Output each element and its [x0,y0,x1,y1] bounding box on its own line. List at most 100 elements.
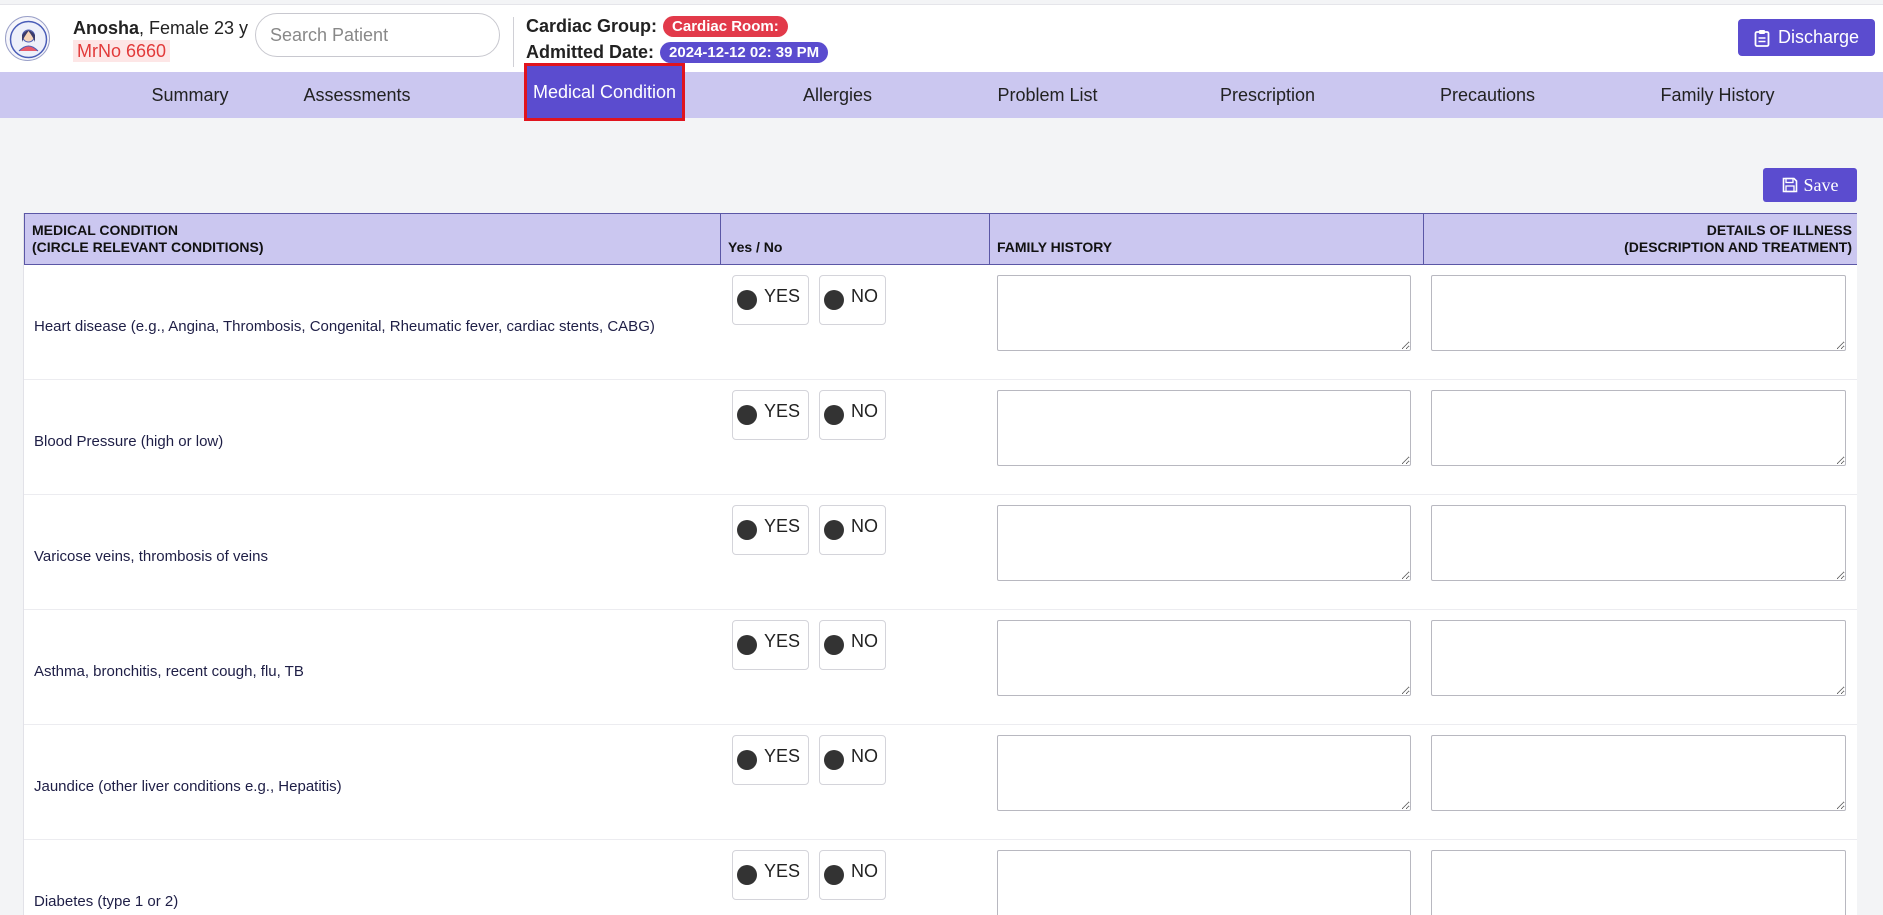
admitted-date-label: Admitted Date: [526,42,655,62]
radio-dot-icon [737,405,757,425]
details-textarea[interactable] [1431,735,1846,811]
family-history-textarea[interactable] [997,850,1411,915]
no-label: NO [851,401,878,421]
table-row: Asthma, bronchitis, recent cough, flu, T… [24,610,1857,725]
patient-first-name: Anosha [73,18,140,38]
yes-label: YES [764,861,801,881]
tab-medical-condition[interactable]: Medical Condition [527,66,682,118]
table-header: MEDICAL CONDITION (CIRCLE RELEVANT CONDI… [24,213,1857,265]
search-patient-input[interactable] [255,13,500,57]
family-history-textarea[interactable] [997,505,1411,581]
tab-precautions[interactable]: Precautions [1415,72,1560,118]
no-label: NO [851,861,878,881]
patient-avatar [5,16,50,61]
yes-label: YES [764,746,801,766]
no-label: NO [851,746,878,766]
radio-dot-icon [824,290,844,310]
header-details-line2: (DESCRIPTION AND TREATMENT) [1624,239,1852,255]
cardiac-group-line: Cardiac Group: Cardiac Room: [526,16,788,37]
cardiac-room-badge: Cardiac Room: [663,16,788,37]
patient-name: Anosha, Female 23 y [73,18,248,39]
yes-radio[interactable]: YES [732,505,809,555]
condition-label: Asthma, bronchitis, recent cough, flu, T… [34,663,304,680]
no-label: NO [851,631,878,651]
header-details-line1: DETAILS OF ILLNESS [1706,222,1852,238]
yes-radio[interactable]: YES [732,390,809,440]
header-divider [513,17,514,67]
radio-dot-icon [824,520,844,540]
family-history-textarea[interactable] [997,390,1411,466]
tab-allergies[interactable]: Allergies [770,72,905,118]
tab-family-history[interactable]: Family History [1640,72,1795,118]
radio-dot-icon [824,750,844,770]
yes-label: YES [764,401,801,421]
details-textarea[interactable] [1431,275,1846,351]
radio-dot-icon [824,635,844,655]
header-condition-line2: (CIRCLE RELEVANT CONDITIONS) [32,239,264,255]
radio-dot-icon [737,290,757,310]
tab-bar: Summary Assessments Medical Condition Al… [0,66,1883,118]
radio-dot-icon [824,405,844,425]
tab-problem-list[interactable]: Problem List [975,72,1120,118]
radio-dot-icon [737,865,757,885]
save-button[interactable]: Save [1763,168,1857,202]
family-history-textarea[interactable] [997,620,1411,696]
yes-radio[interactable]: YES [732,620,809,670]
discharge-button[interactable]: Discharge [1738,19,1875,56]
no-radio[interactable]: NO [819,850,886,900]
yes-radio[interactable]: YES [732,735,809,785]
no-label: NO [851,286,878,306]
radio-dot-icon [737,520,757,540]
save-label: Save [1803,174,1839,195]
table-row: Jaundice (other liver conditions e.g., H… [24,725,1857,840]
condition-label: Blood Pressure (high or low) [34,433,224,450]
radio-dot-icon [737,750,757,770]
medical-condition-table: MEDICAL CONDITION (CIRCLE RELEVANT CONDI… [23,213,1857,915]
admitted-date-badge: 2024-12-12 02: 39 PM [660,42,829,63]
radio-dot-icon [737,635,757,655]
condition-label: Heart disease (e.g., Angina, Thrombosis,… [34,318,655,335]
header-family-history: FAMILY HISTORY [989,214,1423,264]
no-radio[interactable]: NO [819,390,886,440]
header-condition-line1: MEDICAL CONDITION [32,222,178,238]
details-textarea[interactable] [1431,850,1846,915]
mr-number: MrNo 6660 [73,40,171,62]
condition-label: Diabetes (type 1 or 2) [34,893,179,910]
no-radio[interactable]: NO [819,735,886,785]
avatar-icon [9,20,48,59]
table-row: Varicose veins, thrombosis of veins YES … [24,495,1857,610]
header-details-of-illness: DETAILS OF ILLNESS (DESCRIPTION AND TREA… [1423,214,1857,264]
header-medical-condition: MEDICAL CONDITION (CIRCLE RELEVANT CONDI… [25,214,720,264]
yes-radio[interactable]: YES [732,850,809,900]
no-radio[interactable]: NO [819,620,886,670]
tab-prescription[interactable]: Prescription [1195,72,1340,118]
tab-assessments[interactable]: Assessments [287,72,427,118]
family-history-textarea[interactable] [997,275,1411,351]
admitted-date-line: Admitted Date: 2024-12-12 02: 39 PM [526,42,829,63]
details-textarea[interactable] [1431,505,1846,581]
discharge-label: Discharge [1777,27,1860,47]
floppy-disk-icon [1782,177,1797,193]
table-row: Heart disease (e.g., Angina, Thrombosis,… [24,265,1857,380]
yes-label: YES [764,631,801,651]
table-row: Diabetes (type 1 or 2) YES NO [24,840,1857,915]
details-textarea[interactable] [1431,390,1846,466]
cardiac-group-label: Cardiac Group: [526,16,658,36]
clipboard-icon [1754,29,1770,47]
header-yes-no: Yes / No [720,214,989,264]
yes-label: YES [764,286,801,306]
yes-label: YES [764,516,801,536]
no-label: NO [851,516,878,536]
no-radio[interactable]: NO [819,505,886,555]
yes-radio[interactable]: YES [732,275,809,325]
radio-dot-icon [824,865,844,885]
table-row: Blood Pressure (high or low) YES NO [24,380,1857,495]
tab-summary[interactable]: Summary [100,72,280,118]
patient-details: , Female 23 y [139,18,249,38]
patient-header: Anosha, Female 23 y MrNo 6660 Cardiac Gr… [0,5,1883,72]
condition-label: Jaundice (other liver conditions e.g., H… [34,778,342,795]
condition-label: Varicose veins, thrombosis of veins [34,548,268,565]
details-textarea[interactable] [1431,620,1846,696]
no-radio[interactable]: NO [819,275,886,325]
family-history-textarea[interactable] [997,735,1411,811]
